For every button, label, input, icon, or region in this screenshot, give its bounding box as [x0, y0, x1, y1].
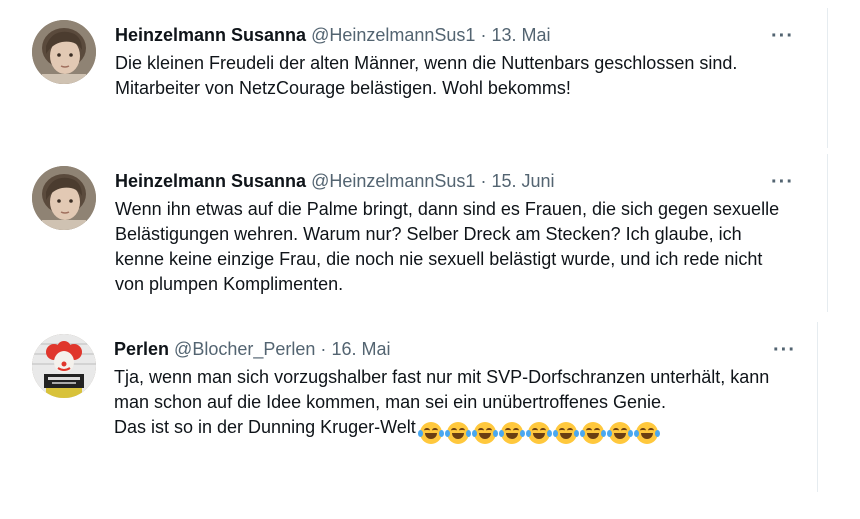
author-handle[interactable]: @Blocher_Perlen: [174, 339, 315, 359]
tweet-text: Die kleinen Freudeli der alten Männer, w…: [115, 51, 788, 101]
author-name[interactable]: Perlen: [114, 339, 169, 359]
tweet-text: Wenn ihn etwas auf die Palme bringt, dan…: [115, 197, 788, 297]
tweet-line: Tja, wenn man sich vorzugshalber fast nu…: [114, 367, 770, 412]
avatar[interactable]: [32, 166, 96, 230]
separator-dot: ·: [320, 339, 327, 359]
emoji-row: [417, 420, 663, 445]
portrait-avatar-icon: [32, 20, 96, 84]
avatar[interactable]: [32, 20, 96, 84]
face-with-tears-of-joy-icon: [498, 422, 525, 445]
author-handle[interactable]: @HeinzelmannSus1: [311, 25, 475, 45]
author-handle[interactable]: @HeinzelmannSus1: [311, 171, 475, 191]
separator-dot: ·: [480, 25, 487, 45]
portrait-avatar-icon: [32, 166, 96, 230]
avatar[interactable]: [32, 334, 96, 398]
face-with-tears-of-joy-icon: [471, 422, 498, 445]
divider: [827, 154, 828, 312]
tweet-3[interactable]: Perlen @Blocher_Perlen · 16. Mai Tja, we…: [22, 322, 818, 492]
divider: [817, 322, 818, 492]
face-with-tears-of-joy-icon: [633, 422, 660, 445]
face-with-tears-of-joy-icon: [606, 422, 633, 445]
author-name[interactable]: Heinzelmann Susanna: [115, 171, 306, 191]
separator-dot: ·: [480, 171, 487, 191]
face-with-tears-of-joy-icon: [417, 422, 444, 445]
face-with-tears-of-joy-icon: [444, 422, 471, 445]
tweet-2[interactable]: Heinzelmann Susanna @HeinzelmannSus1 · 1…: [0, 154, 828, 312]
tweet-date[interactable]: 15. Juni: [491, 171, 554, 191]
tweet-date[interactable]: 16. Mai: [331, 339, 390, 359]
tweet-line: Wenn ihn etwas auf die Palme bringt, dan…: [115, 199, 780, 294]
face-with-tears-of-joy-icon: [579, 422, 606, 445]
divider: [827, 8, 828, 148]
tweet-header: Perlen @Blocher_Perlen · 16. Mai: [114, 336, 778, 362]
face-with-tears-of-joy-icon: [525, 422, 552, 445]
author-name[interactable]: Heinzelmann Susanna: [115, 25, 306, 45]
face-with-tears-of-joy-icon: [552, 422, 579, 445]
tweet-text: Tja, wenn man sich vorzugshalber fast nu…: [114, 365, 778, 445]
clown-mugshot-avatar-icon: [32, 334, 96, 398]
tweet-header: Heinzelmann Susanna @HeinzelmannSus1 · 1…: [115, 22, 788, 48]
tweet-1[interactable]: Heinzelmann Susanna @HeinzelmannSus1 · 1…: [0, 8, 828, 148]
tweet-line: Die kleinen Freudeli der alten Männer, w…: [115, 53, 738, 73]
more-options-icon[interactable]: ···: [771, 172, 794, 192]
more-options-icon[interactable]: ···: [773, 340, 796, 360]
tweet-line-with-emojis: Das ist so in der Dunning Kruger-Welt: [114, 415, 778, 445]
tweet-date[interactable]: 13. Mai: [491, 25, 550, 45]
more-options-icon[interactable]: ···: [771, 26, 794, 46]
tweet-line: Das ist so in der Dunning Kruger-Welt: [114, 417, 416, 437]
tweet-header: Heinzelmann Susanna @HeinzelmannSus1 · 1…: [115, 168, 788, 194]
tweet-line: Mitarbeiter von NetzCourage belästigen. …: [115, 78, 571, 98]
